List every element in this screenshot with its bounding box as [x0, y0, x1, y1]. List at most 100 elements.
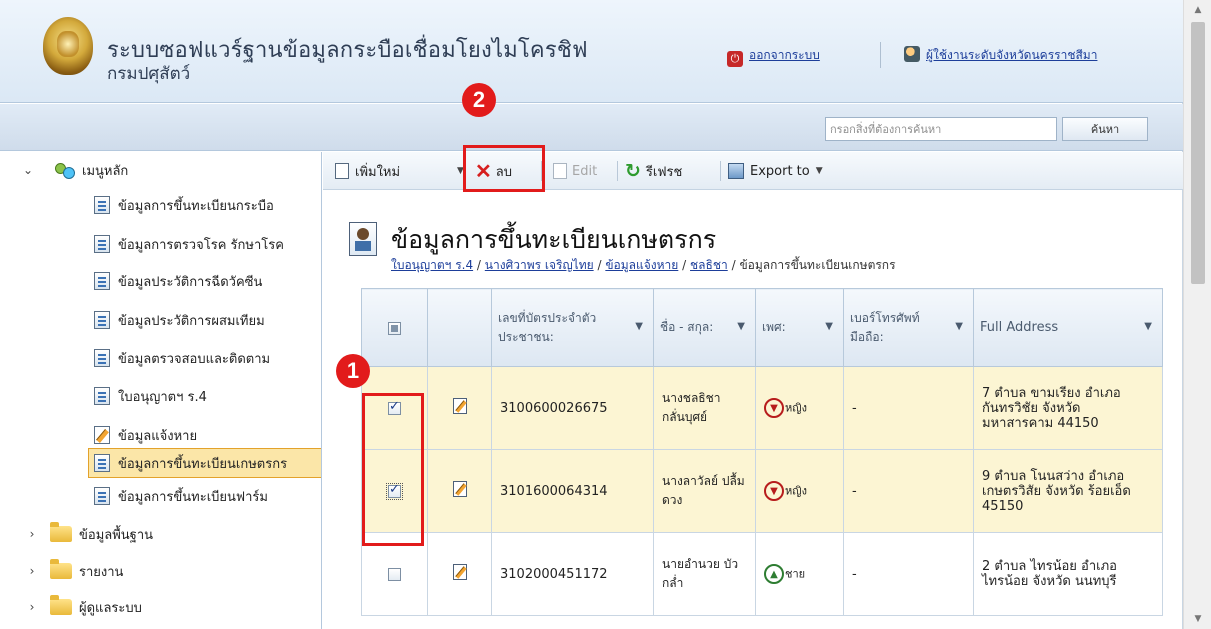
export-button[interactable]: Export to ▼: [728, 160, 823, 182]
breadcrumb-separator: /: [682, 258, 687, 272]
column-header-gender[interactable]: เพศ: ▼: [755, 288, 844, 367]
delete-highlight-box: [463, 145, 545, 192]
breadcrumb-link[interactable]: นางศิวาพร เจริญไทย: [485, 258, 594, 272]
edit-row-icon[interactable]: [452, 564, 467, 580]
logout-link[interactable]: ⏻ ออกจากระบบ: [727, 46, 820, 67]
column-header-id-card[interactable]: เลขที่บัตรประจำตัวประชาชน: ▼: [491, 288, 654, 367]
search-button[interactable]: ค้นหา: [1062, 117, 1148, 141]
sidebar-item-label: ข้อมูลประวัติการผสมเทียม: [118, 313, 265, 329]
filter-icon[interactable]: ▼: [635, 321, 643, 332]
chevron-right-icon[interactable]: ›: [26, 564, 38, 578]
refresh-icon: ↻: [625, 160, 641, 182]
sidebar-item-disease-check[interactable]: ข้อมูลการตรวจโรค รักษาโรค: [94, 229, 284, 259]
department-logo: [43, 17, 93, 75]
table-row[interactable]: 3102000451172 นายอำนวย บัวกล่ำ ▲ ชาย - 2 …: [361, 532, 1163, 616]
sidebar-item-vaccination[interactable]: ข้อมูลประวัติการฉีดวัคซีน: [94, 266, 262, 296]
sidebar-folder-label: ผู้ดูแลระบบ: [79, 600, 142, 616]
edit-row-icon[interactable]: [452, 398, 467, 414]
search-input[interactable]: [825, 117, 1057, 141]
sidebar-item-label: ข้อมูลตรวจสอบและติดตาม: [118, 351, 271, 367]
row-checkbox[interactable]: [388, 567, 401, 581]
sidebar-item-label: ข้อมูลการขึ้นทะเบียนฟาร์ม: [118, 489, 268, 505]
sidebar-item-license-r4[interactable]: ใบอนุญาตฯ ร.4: [94, 381, 207, 411]
sidebar-root-menu[interactable]: ⌄ เมนูหลัก: [22, 155, 128, 185]
users-icon: [54, 161, 75, 179]
column-header-name[interactable]: ชื่อ - สกุล: ▼: [653, 288, 756, 367]
male-icon: ▲: [764, 564, 784, 584]
new-label: เพิ่มใหม่: [355, 164, 401, 180]
search-bar: ค้นหา: [0, 104, 1183, 151]
folder-icon: [50, 522, 72, 542]
grid-toolbar: เพิ่มใหม่ ▼ ✕ ลบ Edit ↻ รีเฟรช Export to…: [323, 152, 1183, 190]
column-header-label: ชื่อ - สกุล:: [660, 320, 714, 334]
breadcrumb-link[interactable]: ข้อมูลแจ้งหาย: [605, 258, 678, 272]
app-subtitle: กรมปศุสัตว์: [107, 64, 191, 84]
document-icon: [94, 487, 110, 505]
breadcrumb-separator: /: [476, 258, 481, 272]
phone-cell: -: [843, 366, 974, 450]
address-cell: 9 ตำบล โนนสว่าง อำเภอ เกษตรวิสัย จังหวัด…: [973, 449, 1163, 533]
sidebar-item-inspection[interactable]: ข้อมูลตรวจสอบและติดตาม: [94, 343, 270, 373]
column-header-label: เลขที่บัตรประจำตัวประชาชน:: [498, 310, 597, 344]
row-edit-cell: [427, 532, 492, 616]
new-dropdown-toggle[interactable]: ▼: [451, 160, 464, 182]
sidebar-folder-basic-data[interactable]: › ข้อมูลพื้นฐาน: [28, 519, 153, 549]
logout-label: ออกจากระบบ: [749, 48, 820, 62]
gender-cell: ▼ หญิง: [755, 366, 844, 450]
table-row[interactable]: 3100600026675 นางชลธิชา กลั่นบุศย์ ▼หญิง…: [361, 366, 1163, 450]
sidebar-folder-reports[interactable]: › รายงาน: [28, 556, 123, 586]
scroll-up-icon[interactable]: ▲: [1184, 0, 1211, 20]
farmer-grid: เลขที่บัตรประจำตัวประชาชน: ▼ ชื่อ - สกุล…: [361, 288, 1163, 616]
breadcrumb-link[interactable]: ชลธิชา: [690, 258, 728, 272]
select-all-checkbox[interactable]: [388, 321, 401, 335]
sidebar-item-farmer-registration[interactable]: ข้อมูลการขึ้นทะเบียนเกษตรกร: [88, 448, 321, 478]
filter-icon[interactable]: ▼: [1144, 321, 1152, 332]
sidebar-item-label: ข้อมูลการตรวจโรค รักษาโรค: [118, 237, 284, 253]
filter-icon[interactable]: ▼: [737, 321, 745, 332]
export-label: Export to: [750, 163, 810, 179]
id-card-cell: 3100600026675: [491, 366, 654, 450]
chevron-right-icon[interactable]: ›: [26, 527, 38, 541]
edit-label: Edit: [572, 163, 598, 179]
gender-cell: ▲ ชาย: [755, 532, 844, 616]
sidebar-item-label: ข้อมูลแจ้งหาย: [118, 428, 198, 444]
chevron-down-icon[interactable]: ⌄: [22, 163, 34, 177]
toolbar-divider: [720, 161, 721, 181]
edit-button[interactable]: Edit: [553, 160, 597, 182]
page-scrollbar[interactable]: ▲ ▼: [1183, 0, 1211, 629]
farmer-record-icon: [349, 222, 377, 256]
document-icon: [94, 196, 110, 214]
sidebar-item-buffalo-registration[interactable]: ข้อมูลการขึ้นทะเบียนกระบือ: [94, 190, 274, 220]
edit-icon: [553, 163, 567, 179]
edit-row-icon[interactable]: [452, 481, 467, 497]
sidebar-item-farm-registration[interactable]: ข้อมูลการขึ้นทะเบียนฟาร์ม: [94, 481, 268, 511]
new-button[interactable]: เพิ่มใหม่: [335, 160, 400, 182]
sidebar-item-label: ข้อมูลการขึ้นทะเบียนเกษตรกร: [118, 456, 288, 472]
scroll-down-icon[interactable]: ▼: [1184, 609, 1211, 629]
sidebar-item-insemination[interactable]: ข้อมูลประวัติการผสมเทียม: [94, 305, 265, 335]
user-link[interactable]: ผู้ใช้งานระดับจังหวัดนครราชสีมา: [904, 46, 1097, 65]
folder-icon: [50, 559, 72, 579]
user-label: ผู้ใช้งานระดับจังหวัดนครราชสีมา: [926, 48, 1098, 62]
step-badge-2: 2: [462, 83, 496, 117]
sidebar-folder-admin[interactable]: › ผู้ดูแลระบบ: [28, 592, 142, 622]
scrollbar-thumb[interactable]: [1191, 22, 1205, 284]
breadcrumb: ใบอนุญาตฯ ร.4 / นางศิวาพร เจริญไทย / ข้อ…: [391, 256, 896, 275]
gender-label: หญิง: [785, 401, 807, 415]
id-card-cell: 3102000451172: [491, 532, 654, 616]
filter-icon[interactable]: ▼: [955, 321, 963, 332]
gender-label: ชาย: [785, 567, 806, 581]
filter-icon[interactable]: ▼: [825, 321, 833, 332]
sidebar-item-lost-report[interactable]: ข้อมูลแจ้งหาย: [94, 420, 197, 450]
breadcrumb-link[interactable]: ใบอนุญาตฯ ร.4: [391, 258, 473, 272]
column-header-phone[interactable]: เบอร์โทรศัพท์มือถือ: ▼: [843, 288, 974, 367]
edit-icon: [94, 426, 110, 444]
name-cell: นางชลธิชา กลั่นบุศย์: [653, 366, 756, 450]
breadcrumb-current: ข้อมูลการขึ้นทะเบียนเกษตรกร: [739, 258, 896, 272]
table-row[interactable]: 3101600064314 นางลาวัลย์ ปลื้มดวง ▼หญิง …: [361, 449, 1163, 533]
chevron-right-icon[interactable]: ›: [26, 600, 38, 614]
refresh-button[interactable]: ↻ รีเฟรช: [625, 160, 682, 182]
column-header-address[interactable]: Full Address ▼: [973, 288, 1163, 367]
edit-column-header: [427, 288, 492, 367]
female-icon: ▼: [764, 398, 784, 418]
